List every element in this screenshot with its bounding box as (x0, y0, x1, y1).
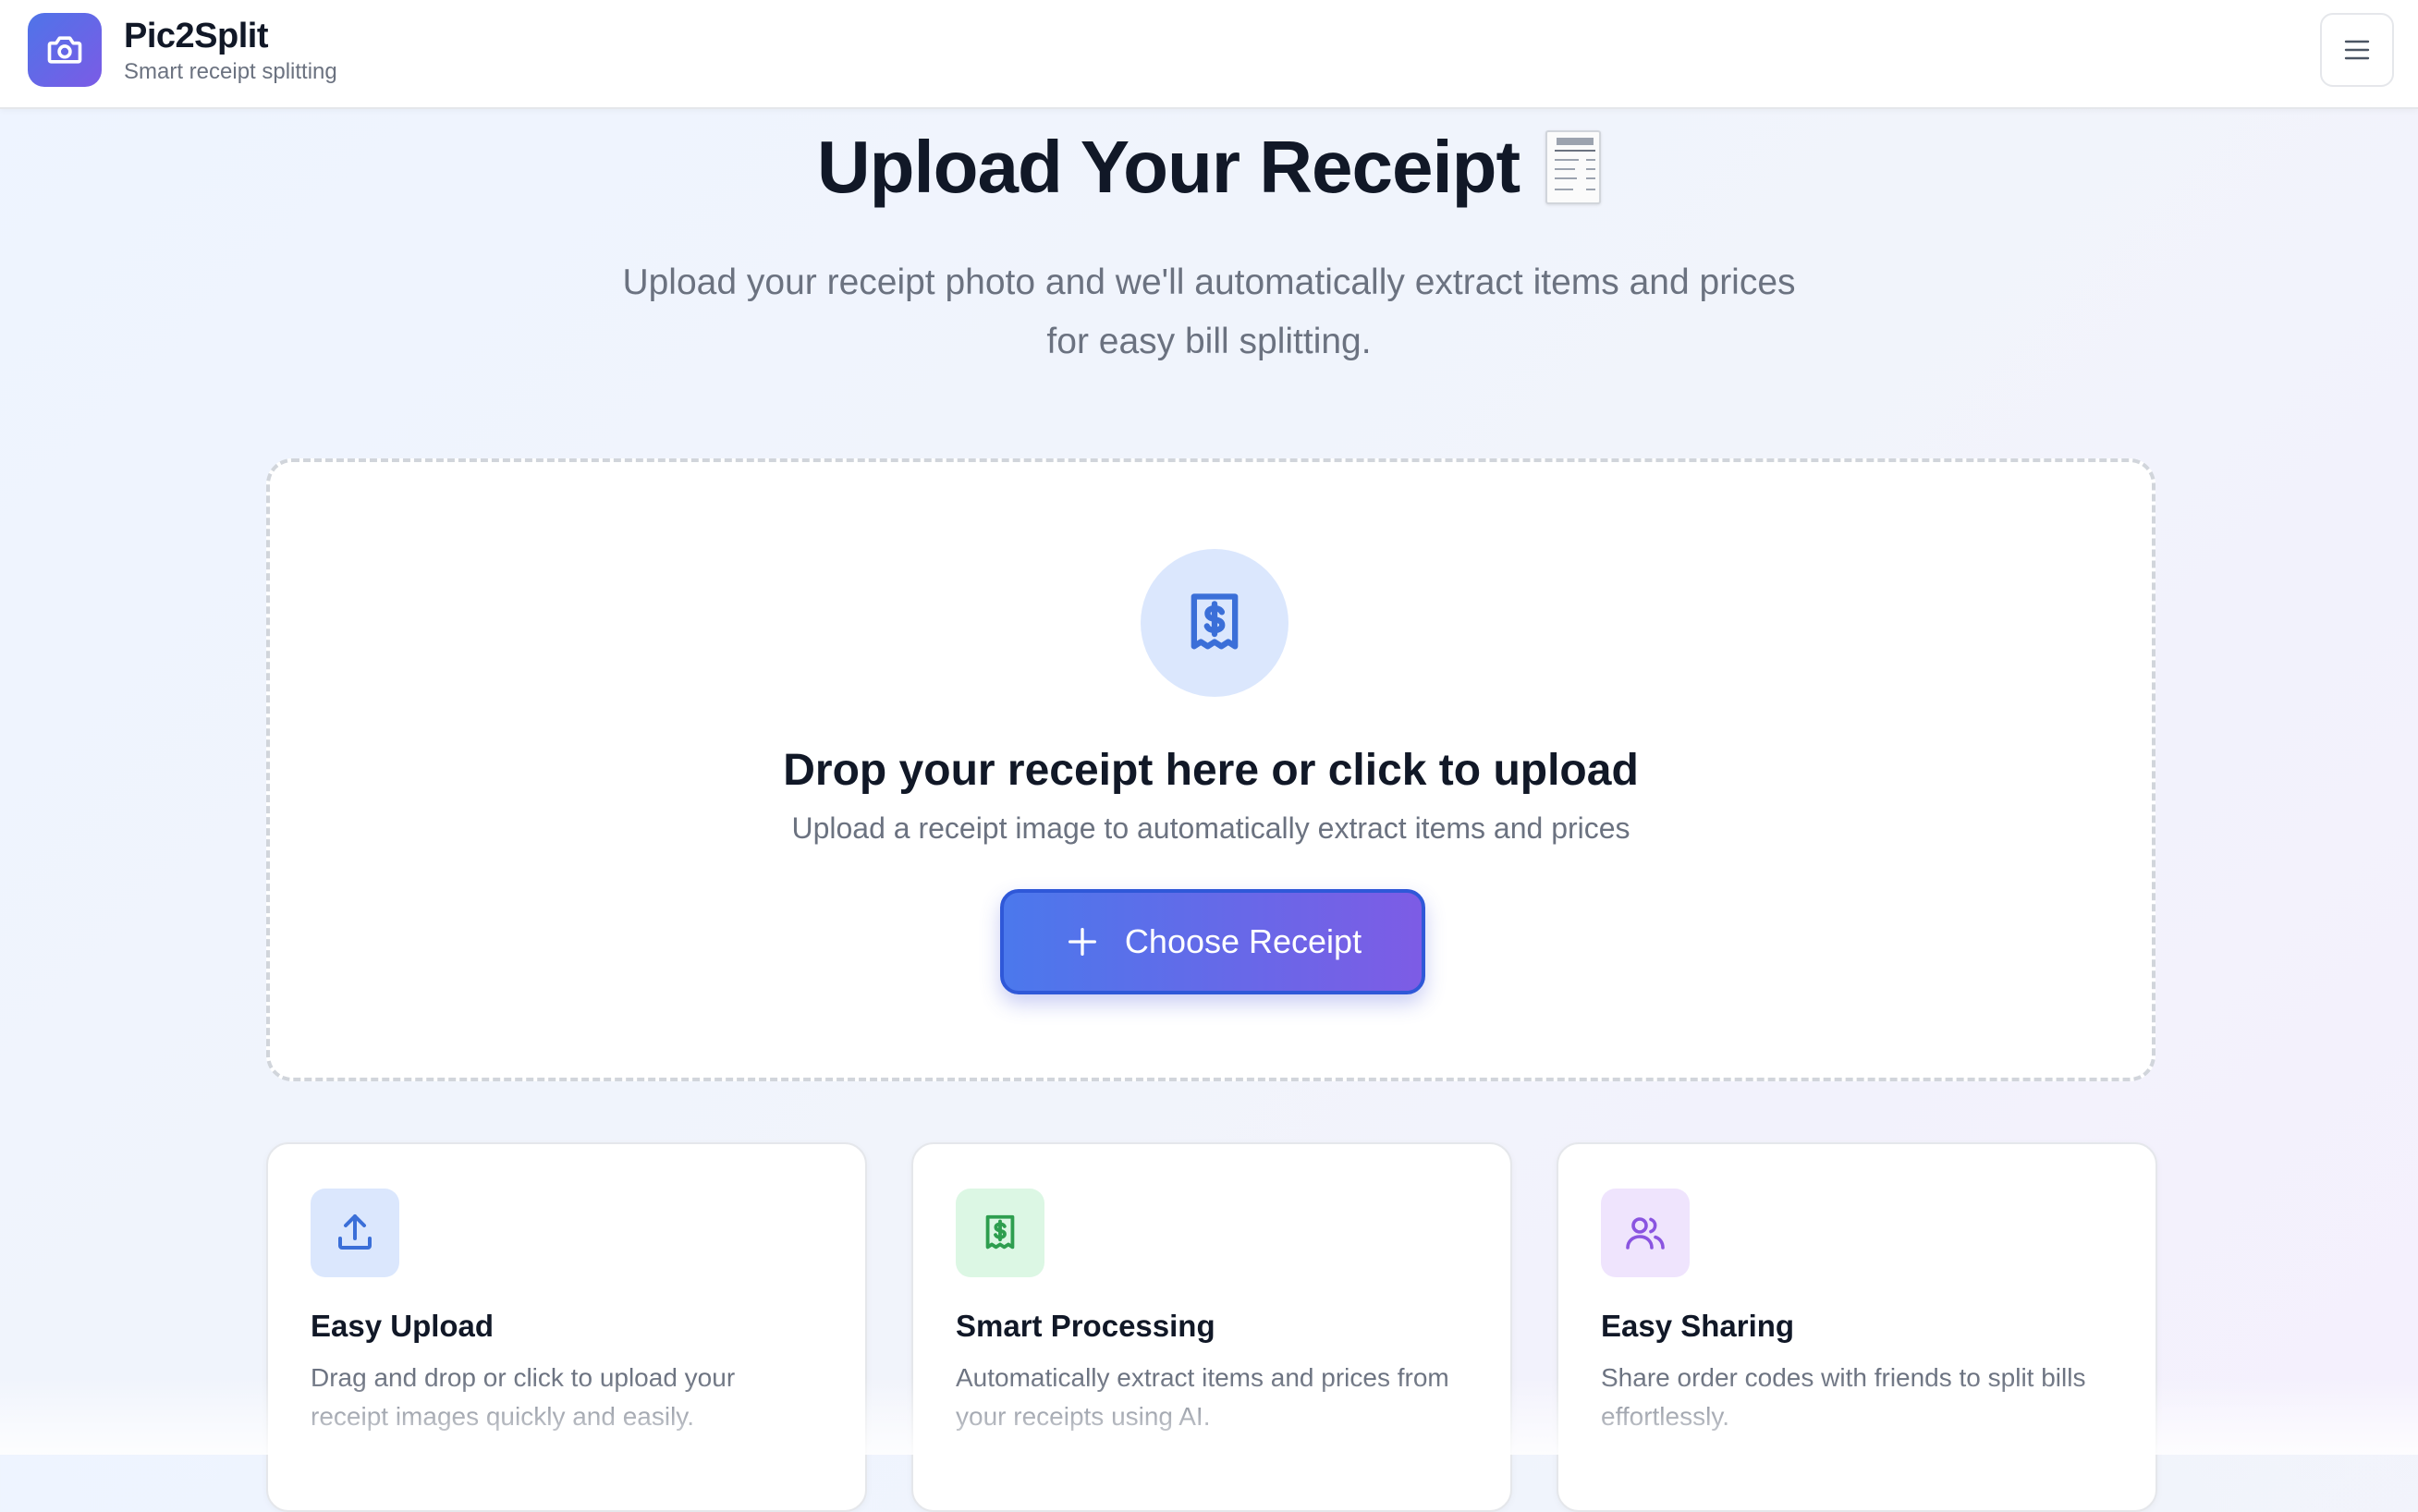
app-header: Pic2Split Smart receipt splitting (0, 0, 2418, 109)
camera-icon (47, 36, 82, 64)
feature-card-easy-upload: Easy Upload Drag and drop or click to up… (266, 1142, 867, 1512)
feature-title: Easy Upload (311, 1309, 495, 1343)
dropzone-title: Drop your receipt here or click to uploa… (783, 746, 1639, 795)
upload-icon (338, 1214, 372, 1250)
page-title: Upload Your Receipt (816, 126, 1520, 208)
receipt-dollar-icon (985, 1214, 1015, 1250)
users-icon (1626, 1217, 1665, 1250)
app-name[interactable]: Pic2Split (124, 17, 269, 56)
choose-receipt-label: Choose Receipt (1124, 922, 1362, 960)
dropzone-subtitle: Upload a receipt image to automatically … (791, 811, 1630, 845)
feature-icon-box (956, 1189, 1044, 1277)
page-subtitle-line-1: Upload your receipt photo and we'll auto… (622, 262, 1796, 302)
feature-title: Easy Sharing (1601, 1309, 1795, 1343)
feature-icon-box (1601, 1189, 1690, 1277)
feature-title: Smart Processing (956, 1309, 1215, 1343)
feature-description: Share order codes with friends to split … (1601, 1363, 2086, 1431)
feature-card-easy-sharing: Easy Sharing Share order codes with frie… (1557, 1142, 2157, 1512)
app-logo[interactable] (28, 13, 102, 87)
menu-button[interactable] (2320, 13, 2394, 87)
page-subtitle-line-2: for easy bill splitting. (1046, 322, 1372, 361)
feature-card-smart-processing: Smart Processing Automatically extract i… (911, 1142, 1512, 1512)
plus-icon (1068, 928, 1096, 956)
feature-icon-box (311, 1189, 399, 1277)
receipt-emoji-icon (1545, 130, 1602, 204)
page-subtitle: Upload your receipt photo and we'll auto… (0, 253, 2418, 372)
receipt-dollar-icon (1191, 593, 1239, 650)
feature-description: Drag and drop or click to upload your re… (311, 1363, 736, 1431)
upload-icon-circle (1141, 549, 1288, 697)
feature-description: Automatically extract items and prices f… (956, 1363, 1449, 1431)
choose-receipt-button[interactable]: Choose Receipt (1000, 889, 1425, 994)
hamburger-menu-icon (2344, 40, 2370, 60)
hero-title-row: Upload Your Receipt (0, 125, 2418, 210)
receipt-dropzone[interactable]: Drop your receipt here or click to uploa… (266, 458, 2155, 1081)
app-tagline: Smart receipt splitting (124, 59, 337, 84)
